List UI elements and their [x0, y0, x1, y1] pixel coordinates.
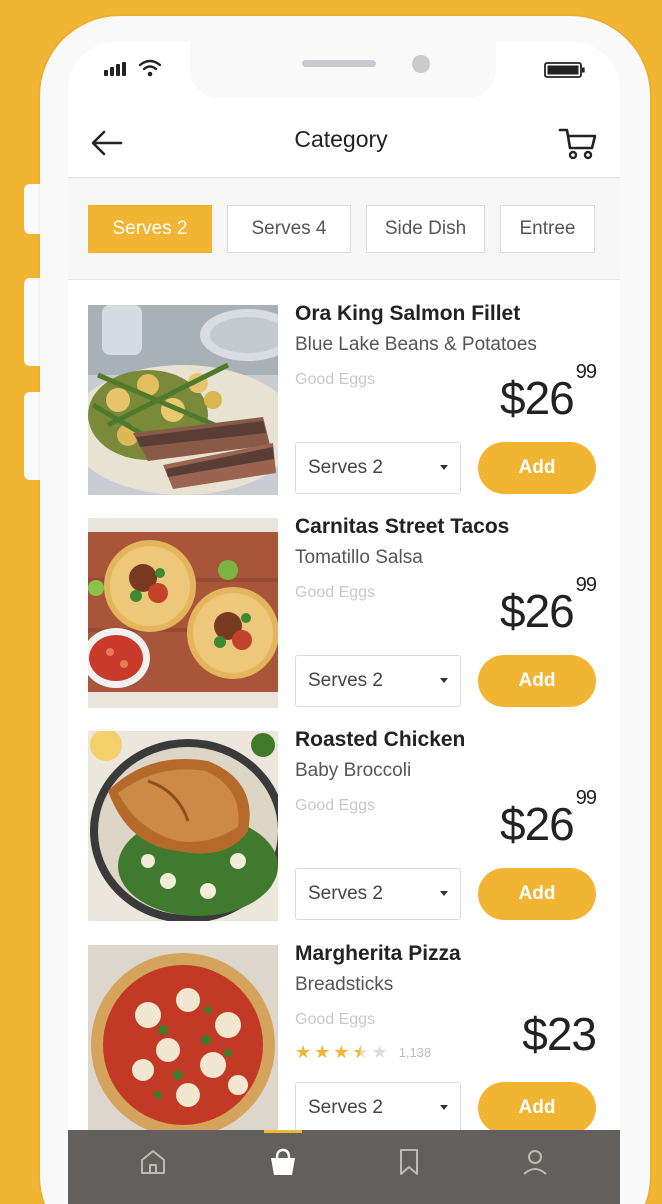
item-subtitle: Tomatillo Salsa: [295, 547, 423, 568]
list-item[interactable]: Ora King Salmon Fillet Blue Lake Beans &…: [88, 302, 598, 495]
signal-icon: [104, 62, 126, 76]
star-icon: ★: [314, 1042, 331, 1062]
price-cents: 99: [575, 786, 597, 809]
item-name[interactable]: Carnitas Street Tacos: [295, 515, 509, 539]
tab-serves-4[interactable]: Serves 4: [227, 205, 351, 253]
item-subtitle: Blue Lake Beans & Potatoes: [295, 334, 537, 355]
caret-down-icon: [440, 465, 448, 470]
item-vendor: Good Eggs: [295, 371, 376, 388]
list-item[interactable]: Carnitas Street Tacos Tomatillo Salsa Go…: [88, 515, 598, 708]
caret-down-icon: [440, 678, 448, 683]
page-title: Category: [294, 126, 388, 152]
bookmark-icon[interactable]: [394, 1146, 424, 1178]
serves-select[interactable]: Serves 2: [295, 655, 461, 707]
home-icon[interactable]: [138, 1146, 168, 1178]
item-price: $2699: [500, 787, 597, 851]
price-whole: $26: [500, 372, 575, 424]
item-vendor: Good Eggs: [295, 797, 376, 814]
item-name[interactable]: Ora King Salmon Fillet: [295, 302, 520, 326]
serves-select[interactable]: Serves 2: [295, 442, 461, 494]
phone-camera: [412, 55, 430, 73]
nav-active-indicator: [264, 1130, 302, 1133]
item-name[interactable]: Roasted Chicken: [295, 728, 465, 752]
price-whole: $23: [522, 1008, 597, 1060]
serves-select-value: Serves 2: [308, 670, 383, 691]
star-half-icon: ★: [352, 1042, 369, 1062]
cart-icon[interactable]: [558, 124, 598, 162]
serves-select-value: Serves 2: [308, 457, 383, 478]
item-name[interactable]: Margherita Pizza: [295, 942, 461, 966]
price-cents: 99: [575, 573, 597, 596]
list-item[interactable]: Margherita Pizza Breadsticks Good Eggs ★…: [88, 942, 598, 1135]
phone-notch: [190, 40, 496, 98]
list-item[interactable]: Roasted Chicken Baby Broccoli Good Eggs …: [88, 728, 598, 921]
user-icon[interactable]: [520, 1146, 550, 1178]
tab-side-dish[interactable]: Side Dish: [366, 205, 485, 253]
serves-select[interactable]: Serves 2: [295, 868, 461, 920]
phone-speaker: [302, 60, 376, 67]
star-icon: ★: [295, 1042, 312, 1062]
item-price: $23: [522, 1007, 597, 1061]
item-subtitle: Baby Broccoli: [295, 760, 412, 781]
battery-icon: [544, 62, 585, 78]
price-cents: 99: [575, 360, 597, 383]
chicken-photo: [88, 731, 278, 921]
price-whole: $26: [500, 585, 575, 637]
tab-serves-2[interactable]: Serves 2: [88, 205, 212, 253]
shopping-bag-icon[interactable]: [268, 1146, 298, 1178]
caret-down-icon: [440, 1105, 448, 1110]
item-subtitle: Breadsticks: [295, 974, 394, 995]
item-vendor: Good Eggs: [295, 1011, 376, 1028]
item-price: $2699: [500, 361, 597, 425]
price-whole: $26: [500, 798, 575, 850]
add-button[interactable]: Add: [478, 868, 596, 920]
item-price: $2699: [500, 574, 597, 638]
rating-count: 1,138: [398, 1044, 432, 1060]
star-icon: ★: [333, 1042, 350, 1062]
add-button[interactable]: Add: [478, 655, 596, 707]
serves-select-value: Serves 2: [308, 883, 383, 904]
arrow-left-icon[interactable]: [90, 127, 124, 159]
tacos-photo: [88, 518, 278, 708]
tab-entree[interactable]: Entree: [500, 205, 595, 253]
serves-select[interactable]: Serves 2: [295, 1082, 461, 1134]
rating-stars: ★ ★ ★ ★ ★ 1,138: [295, 1043, 431, 1061]
add-button[interactable]: Add: [478, 1082, 596, 1134]
caret-down-icon: [440, 891, 448, 896]
serves-select-value: Serves 2: [308, 1097, 383, 1118]
wifi-icon: [139, 59, 161, 77]
pizza-photo: [88, 945, 278, 1135]
star-empty-icon: ★: [371, 1042, 388, 1062]
salmon-photo: [88, 305, 278, 495]
add-button[interactable]: Add: [478, 442, 596, 494]
item-vendor: Good Eggs: [295, 584, 376, 601]
